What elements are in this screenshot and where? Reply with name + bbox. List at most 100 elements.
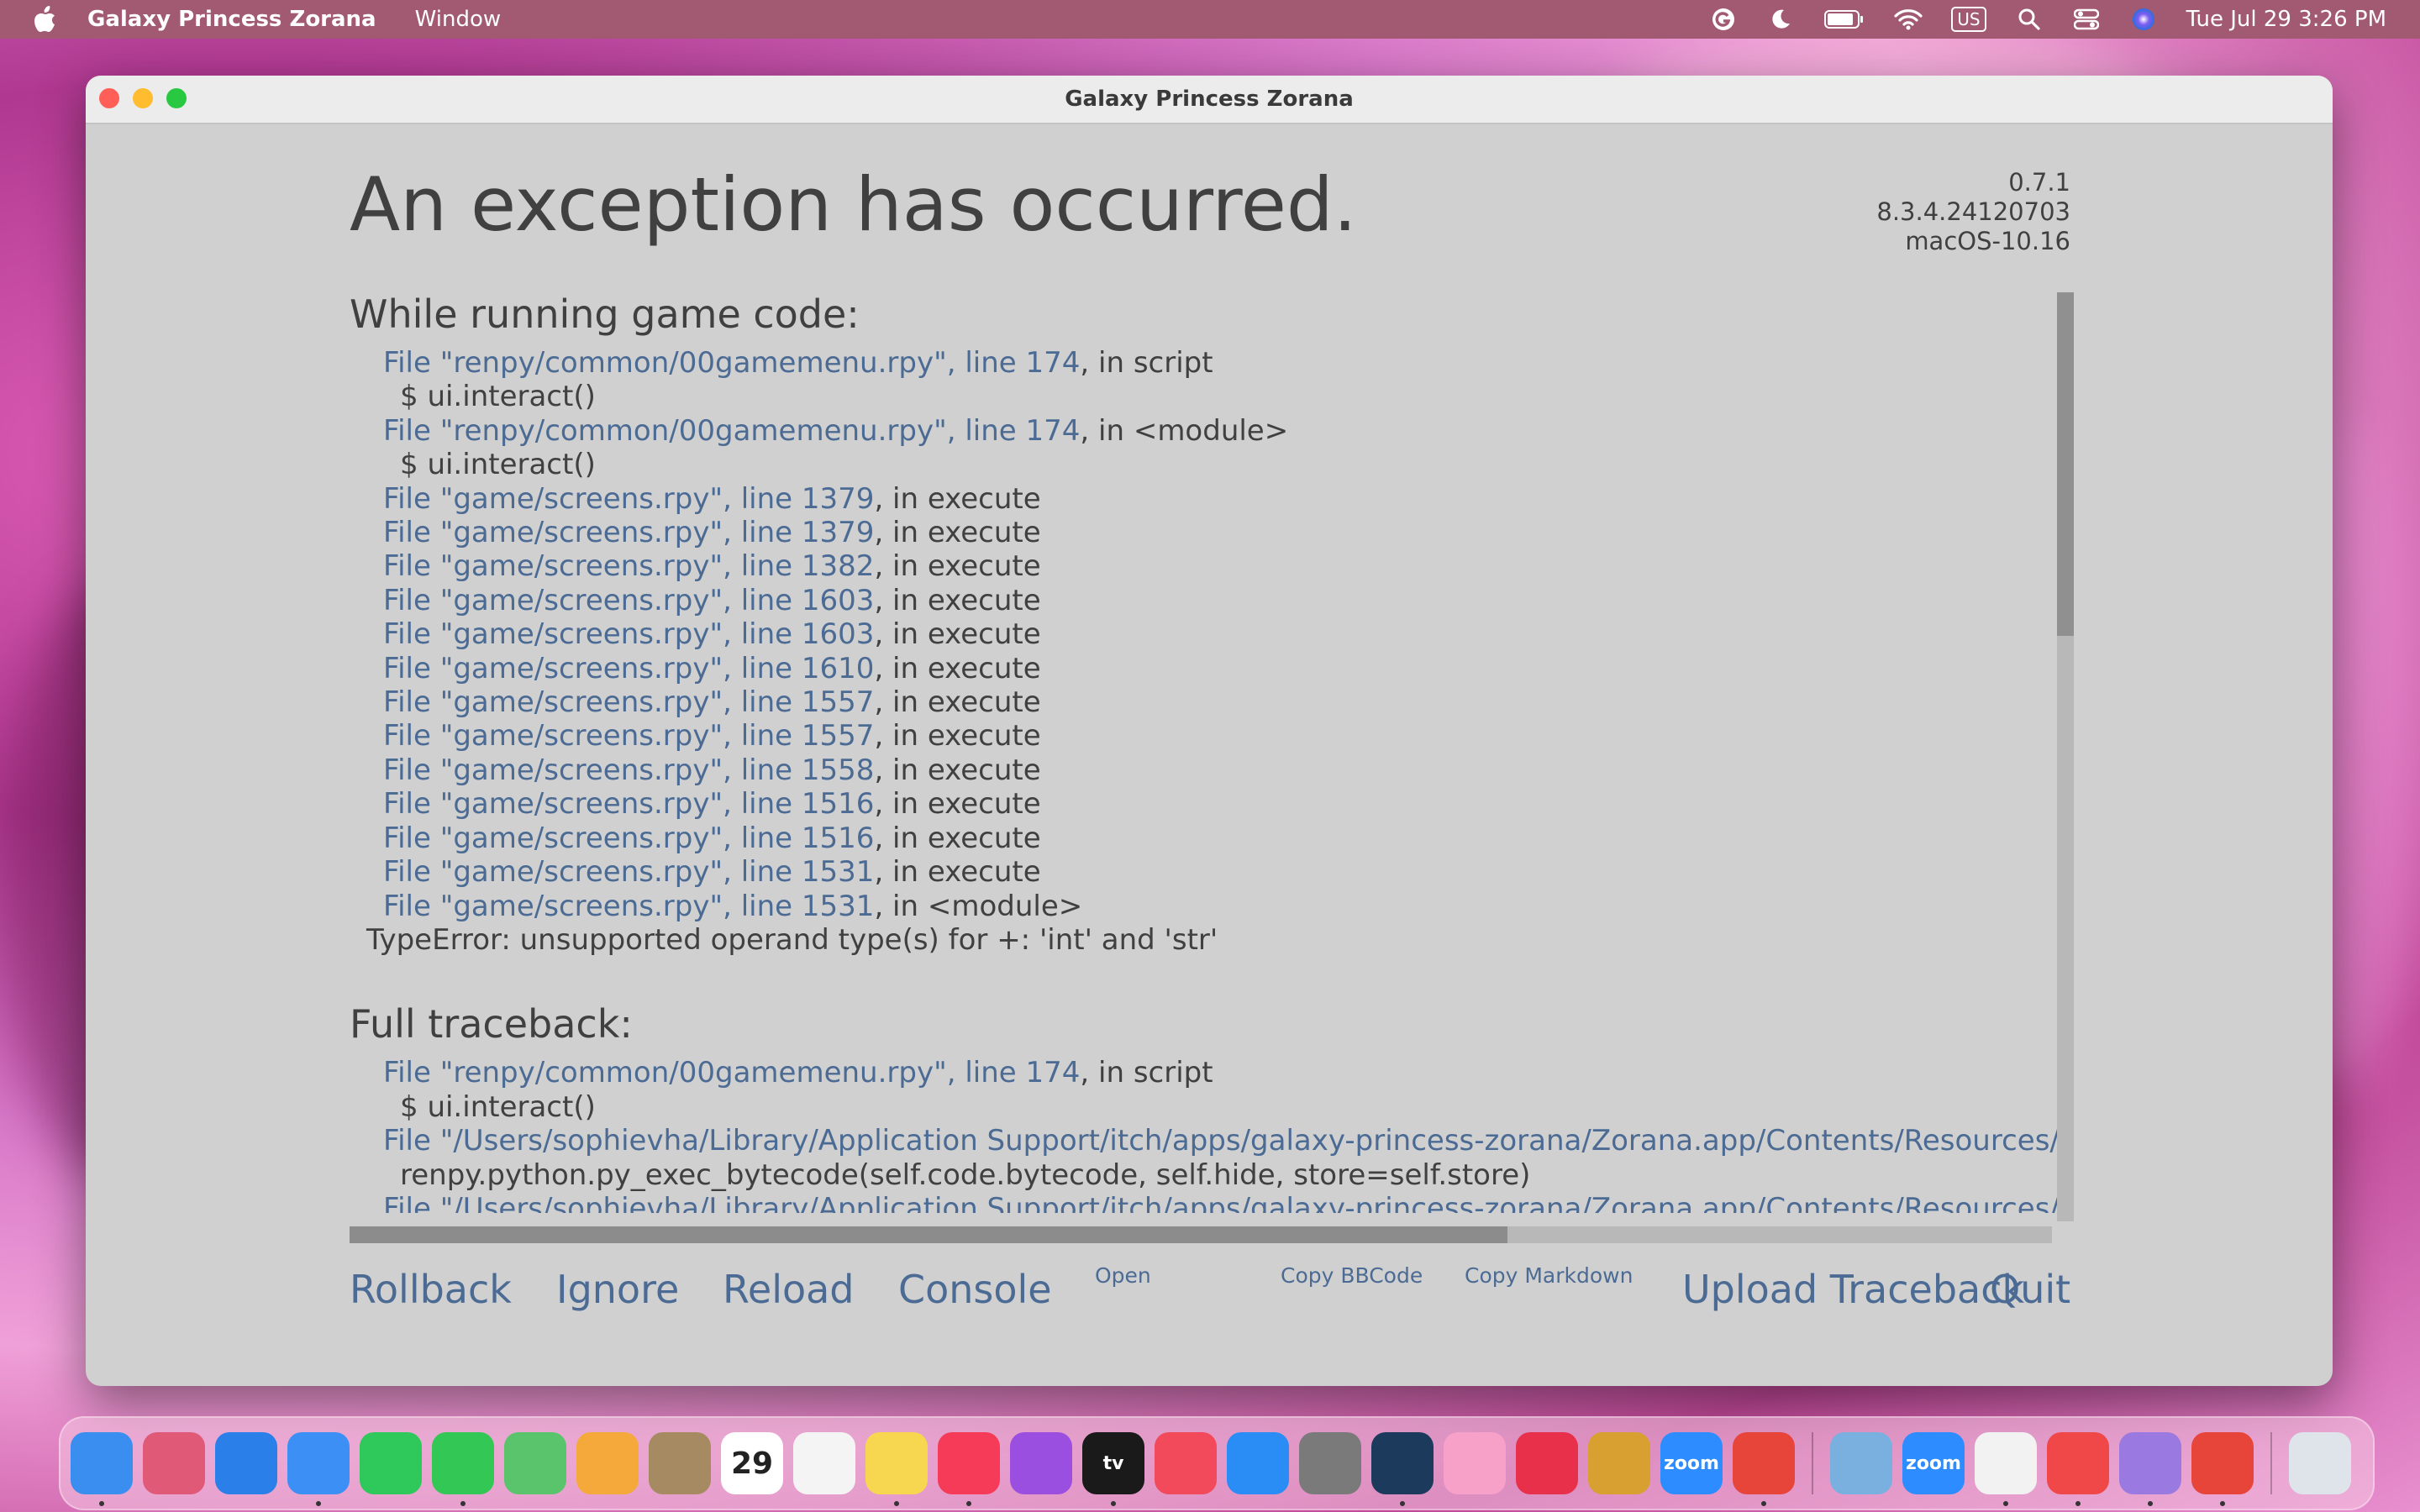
traceback-file-line[interactable]: File "game/screens.rpy", line 1531, in e… bbox=[350, 855, 2064, 889]
traceback-file-link[interactable]: File "game/screens.rpy", line 1557 bbox=[383, 719, 874, 753]
anime-app-icon[interactable] bbox=[1444, 1432, 1506, 1494]
vertical-scrollbar[interactable] bbox=[2057, 292, 2074, 1221]
traceback-file-line[interactable]: File "renpy/common/00gamemenu.rpy", line… bbox=[350, 346, 2064, 380]
menu-window[interactable]: Window bbox=[415, 7, 502, 32]
zoom-icon[interactable]: zoom bbox=[1660, 1432, 1723, 1494]
finder-icon[interactable] bbox=[71, 1432, 133, 1506]
running-indicator bbox=[99, 1501, 104, 1506]
input-source-indicator[interactable]: US bbox=[1951, 7, 1986, 32]
contacts-icon[interactable] bbox=[649, 1432, 711, 1494]
vertical-scrollbar-thumb[interactable] bbox=[2057, 292, 2074, 637]
traceback-file-link[interactable]: File "game/screens.rpy", line 1603 bbox=[383, 584, 874, 617]
traceback-file-line[interactable]: File "game/screens.rpy", line 1557, in e… bbox=[350, 685, 2064, 719]
traceback-file-line[interactable]: File "renpy/common/00gamemenu.rpy", line… bbox=[350, 1056, 2064, 1089]
traceback-context: , in script bbox=[1080, 346, 1213, 380]
mail-icon[interactable] bbox=[287, 1432, 350, 1506]
ignore-button[interactable]: Ignore bbox=[556, 1267, 679, 1312]
calendar-icon[interactable]: 29 bbox=[721, 1432, 783, 1494]
traceback-file-link[interactable]: File "game/screens.rpy", line 1531 bbox=[383, 890, 874, 923]
traceback-file-line[interactable]: File "game/screens.rpy", line 1610, in e… bbox=[350, 652, 2064, 685]
traceback-file-line[interactable]: File "game/screens.rpy", line 1557, in e… bbox=[350, 719, 2064, 753]
itunes-icon[interactable] bbox=[1516, 1432, 1578, 1494]
podcasts-icon[interactable] bbox=[1010, 1432, 1072, 1494]
news-icon[interactable] bbox=[1155, 1432, 1217, 1494]
traceback-file-link[interactable]: File "/Users/sophievha/Library/Applicati… bbox=[383, 1124, 2064, 1158]
crown-game-icon[interactable] bbox=[1588, 1432, 1650, 1494]
launchpad-icon[interactable] bbox=[143, 1432, 205, 1494]
traceback-file-line[interactable]: File "game/screens.rpy", line 1382, in e… bbox=[350, 549, 2064, 583]
photos-icon[interactable] bbox=[576, 1432, 639, 1494]
upload-traceback-button[interactable]: Upload Traceback bbox=[1682, 1267, 2024, 1312]
system-settings-icon[interactable] bbox=[1299, 1432, 1361, 1494]
galaxy-game-icon[interactable] bbox=[2119, 1432, 2181, 1506]
traceback-file-line[interactable]: File "game/screens.rpy", line 1531, in <… bbox=[350, 890, 2064, 923]
control-center-icon[interactable] bbox=[2072, 5, 2101, 34]
traceback-context: , in execute bbox=[874, 685, 1041, 720]
traceback-file-line[interactable]: File "game/screens.rpy", line 1516, in e… bbox=[350, 787, 2064, 821]
traceback-file-line[interactable]: File "/Users/sophievha/Library/Applicati… bbox=[350, 1192, 2064, 1213]
console-button[interactable]: Console bbox=[898, 1267, 1052, 1312]
quit-button[interactable]: Quit bbox=[1990, 1267, 2070, 1312]
traceback-file-link[interactable]: File "renpy/common/00gamemenu.rpy", line… bbox=[383, 1056, 1080, 1089]
music-icon[interactable] bbox=[938, 1432, 1000, 1506]
traceback-file-link[interactable]: File "game/screens.rpy", line 1558 bbox=[383, 753, 874, 787]
traceback-file-link[interactable]: File "renpy/common/00gamemenu.rpy", line… bbox=[383, 414, 1080, 448]
close-window-button[interactable] bbox=[99, 88, 119, 108]
traceback-file-line[interactable]: File "renpy/common/00gamemenu.rpy", line… bbox=[350, 414, 2064, 448]
traceback-file-link[interactable]: File "game/screens.rpy", line 1516 bbox=[383, 822, 874, 855]
apple-tv-icon[interactable]: tv bbox=[1082, 1432, 1144, 1506]
traceback-file-link[interactable]: File "game/screens.rpy", line 1382 bbox=[383, 549, 874, 583]
traceback-file-link[interactable]: File "renpy/common/00gamemenu.rpy", line… bbox=[383, 346, 1080, 380]
chrome-icon-2[interactable] bbox=[2191, 1432, 2254, 1506]
traceback-file-line[interactable]: File "game/screens.rpy", line 1379, in e… bbox=[350, 516, 2064, 549]
facetime-icon[interactable] bbox=[360, 1432, 422, 1494]
traceback-file-link[interactable]: File "game/screens.rpy", line 1557 bbox=[383, 685, 874, 719]
moon-icon[interactable] bbox=[1766, 5, 1795, 34]
traceback-file-link[interactable]: File "game/screens.rpy", line 1379 bbox=[383, 482, 874, 516]
siri-icon[interactable] bbox=[2129, 5, 2158, 34]
minimize-window-button[interactable] bbox=[133, 88, 153, 108]
traceback-viewport[interactable]: While running game code: File "renpy/com… bbox=[350, 289, 2064, 1213]
notes-icon[interactable] bbox=[865, 1432, 928, 1506]
game-controller-icon[interactable] bbox=[2047, 1432, 2109, 1506]
traceback-file-line[interactable]: File "/Users/sophievha/Library/Applicati… bbox=[350, 1124, 2064, 1158]
traceback-file-line[interactable]: File "game/screens.rpy", line 1603, in e… bbox=[350, 584, 2064, 617]
traceback-file-link[interactable]: File "game/screens.rpy", line 1516 bbox=[383, 787, 874, 821]
safari-icon[interactable] bbox=[215, 1432, 277, 1494]
zoom-icon-2[interactable]: zoom bbox=[1902, 1432, 1965, 1494]
app-store-icon[interactable] bbox=[1227, 1432, 1289, 1494]
horizontal-scrollbar-thumb[interactable] bbox=[350, 1226, 1507, 1243]
apple-menu-icon[interactable] bbox=[29, 3, 62, 36]
menu-app-name[interactable]: Galaxy Princess Zorana bbox=[87, 7, 376, 32]
copy-bbcode-button[interactable]: Copy BBCode bbox=[1281, 1263, 1423, 1288]
traceback-file-link[interactable]: File "game/screens.rpy", line 1379 bbox=[383, 516, 874, 549]
open-button[interactable]: Open bbox=[1095, 1263, 1151, 1288]
steam-icon[interactable] bbox=[1371, 1432, 1434, 1506]
traceback-file-line[interactable]: File "game/screens.rpy", line 1516, in e… bbox=[350, 822, 2064, 855]
preview-icon[interactable] bbox=[1830, 1432, 1892, 1494]
messages-icon[interactable] bbox=[432, 1432, 494, 1506]
chrome-icon[interactable] bbox=[1733, 1432, 1795, 1506]
reload-button[interactable]: Reload bbox=[723, 1267, 855, 1312]
maps-icon[interactable] bbox=[504, 1432, 566, 1494]
trash-icon[interactable] bbox=[2289, 1432, 2351, 1494]
traceback-file-link[interactable]: File "game/screens.rpy", line 1603 bbox=[383, 617, 874, 651]
traceback-file-link[interactable]: File "game/screens.rpy", line 1610 bbox=[383, 652, 874, 685]
reminders-icon[interactable] bbox=[793, 1432, 855, 1494]
maximize-window-button[interactable] bbox=[166, 88, 187, 108]
copy-markdown-button[interactable]: Copy Markdown bbox=[1465, 1263, 1633, 1288]
traceback-file-line[interactable]: File "game/screens.rpy", line 1603, in e… bbox=[350, 617, 2064, 651]
traceback-file-link[interactable]: File "game/screens.rpy", line 1531 bbox=[383, 855, 874, 889]
menu-clock[interactable]: Tue Jul 29 3:26 PM bbox=[2186, 7, 2386, 32]
battery-icon[interactable] bbox=[1823, 5, 1865, 34]
textedit-icon[interactable] bbox=[1975, 1432, 2037, 1506]
traceback-file-line[interactable]: File "game/screens.rpy", line 1558, in e… bbox=[350, 753, 2064, 787]
window-titlebar[interactable]: Galaxy Princess Zorana bbox=[86, 76, 2333, 124]
grammarly-icon[interactable] bbox=[1709, 5, 1738, 34]
wifi-icon[interactable] bbox=[1894, 5, 1923, 34]
spotlight-search-icon[interactable] bbox=[2015, 5, 2044, 34]
traceback-file-link[interactable]: File "/Users/sophievha/Library/Applicati… bbox=[383, 1192, 2064, 1213]
traceback-file-line[interactable]: File "game/screens.rpy", line 1379, in e… bbox=[350, 482, 2064, 516]
horizontal-scrollbar[interactable] bbox=[350, 1226, 2052, 1243]
rollback-button[interactable]: Rollback bbox=[350, 1267, 512, 1312]
